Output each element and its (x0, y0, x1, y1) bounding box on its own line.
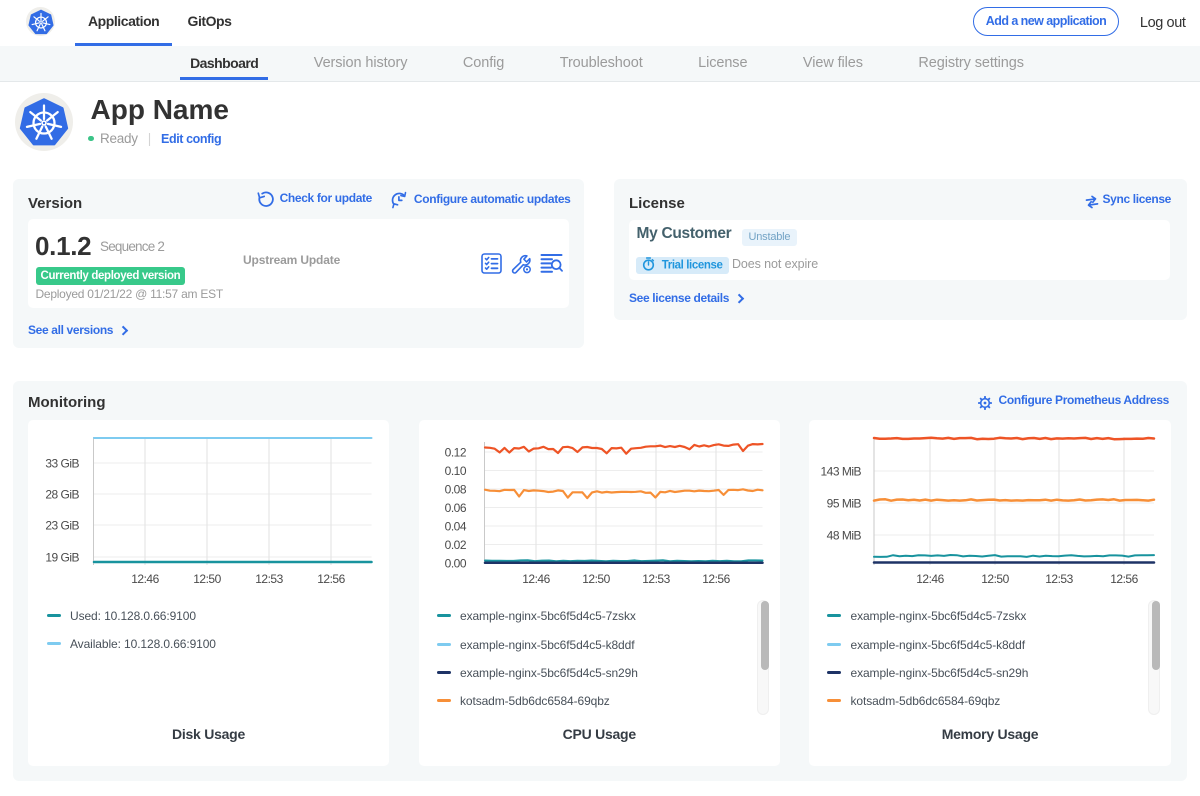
svg-text:0.04: 0.04 (444, 520, 466, 534)
svg-text:12:46: 12:46 (522, 572, 550, 586)
svg-text:12:50: 12:50 (981, 572, 1009, 586)
svg-text:0.02: 0.02 (444, 538, 466, 552)
svg-text:0.00: 0.00 (444, 557, 466, 571)
svg-text:12:50: 12:50 (193, 572, 221, 586)
svg-text:12:46: 12:46 (131, 572, 159, 586)
svg-text:12:46: 12:46 (916, 572, 944, 586)
svg-text:95 MiB: 95 MiB (827, 497, 862, 511)
svg-text:0.10: 0.10 (444, 464, 466, 478)
svg-text:12:53: 12:53 (255, 572, 283, 586)
svg-text:12:56: 12:56 (1110, 572, 1138, 586)
svg-text:12:53: 12:53 (1045, 572, 1073, 586)
svg-text:0.12: 0.12 (444, 446, 466, 460)
svg-text:12:56: 12:56 (317, 572, 345, 586)
svg-text:143 MiB: 143 MiB (820, 465, 861, 479)
svg-text:19 GiB: 19 GiB (45, 551, 79, 565)
svg-text:12:56: 12:56 (702, 572, 730, 586)
svg-text:0.08: 0.08 (444, 483, 466, 497)
svg-text:12:53: 12:53 (642, 572, 670, 586)
svg-text:23 GiB: 23 GiB (45, 519, 79, 533)
svg-text:28 GiB: 28 GiB (45, 488, 79, 502)
svg-text:0.06: 0.06 (444, 501, 466, 515)
svg-text:12:50: 12:50 (582, 572, 610, 586)
svg-text:33 GiB: 33 GiB (45, 457, 79, 471)
svg-text:48 MiB: 48 MiB (827, 529, 862, 543)
